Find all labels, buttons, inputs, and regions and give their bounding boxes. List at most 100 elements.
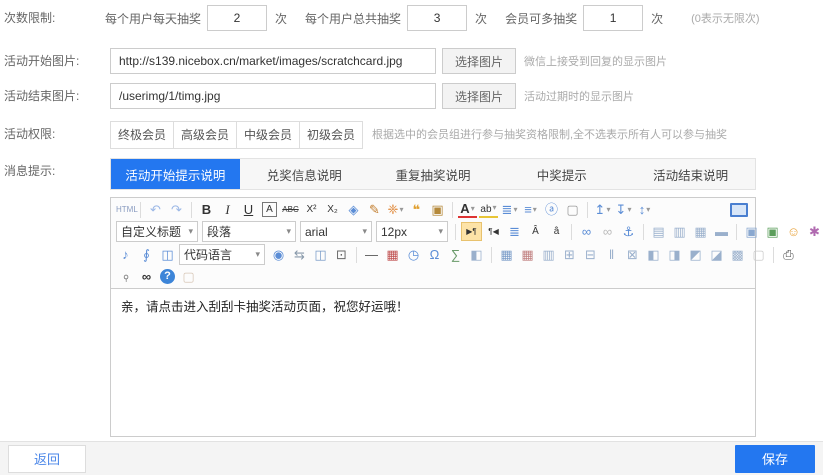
- undo-icon[interactable]: ↶: [146, 200, 165, 219]
- source-code-icon[interactable]: HTML: [116, 200, 135, 219]
- merge-cells-icon[interactable]: ⊞: [560, 245, 579, 264]
- italic-icon[interactable]: I: [218, 200, 237, 219]
- editor-content[interactable]: 亲，请点击进入刮刮卡抽奖活动页面，祝您好运哦！: [111, 289, 755, 436]
- strikethrough-icon[interactable]: ABC: [281, 200, 300, 219]
- end-image-url-input[interactable]: [110, 83, 436, 109]
- map-icon[interactable]: ◉: [269, 245, 288, 264]
- format-brush-icon[interactable]: ✎: [365, 200, 384, 219]
- delete-row-icon[interactable]: ⊠: [623, 245, 642, 264]
- image-right-icon[interactable]: ▦: [691, 222, 710, 241]
- doc-icon[interactable]: ▢: [749, 245, 768, 264]
- horizontal-rule-icon[interactable]: —: [362, 245, 381, 264]
- total-draw-input[interactable]: [407, 5, 467, 31]
- table-title-icon[interactable]: ▥: [539, 245, 558, 264]
- paragraph-ltr-icon[interactable]: ▶¶: [461, 222, 482, 241]
- heading-select[interactable]: 自定义标题▾: [116, 221, 198, 242]
- save-button[interactable]: 保存: [735, 445, 815, 473]
- code-language-select[interactable]: 代码语言▾: [179, 244, 265, 265]
- time-icon[interactable]: ◷: [404, 245, 423, 264]
- lowercase-icon[interactable]: â: [547, 222, 566, 241]
- anchor-icon[interactable]: ⚓: [619, 222, 638, 241]
- tab-activity-start-tip[interactable]: 活动开始提示说明: [111, 159, 240, 189]
- delete-table-icon[interactable]: ▦: [518, 245, 537, 264]
- font-family-select[interactable]: arial▾: [300, 221, 372, 242]
- bold-icon[interactable]: B: [197, 200, 216, 219]
- member-option-junior[interactable]: 初级会员: [299, 121, 363, 149]
- message-tabs: 活动开始提示说明 兑奖信息说明 重复抽奖说明 中奖提示 活动结束说明: [110, 158, 756, 190]
- start-image-url-input[interactable]: [110, 48, 436, 74]
- chevron-down-icon: ▾: [255, 249, 260, 260]
- insert-row-icon[interactable]: ⊟: [581, 245, 600, 264]
- paragraph-select[interactable]: 段落▾: [202, 221, 296, 242]
- music-icon[interactable]: ♪: [116, 245, 135, 264]
- anchor-name-icon[interactable]: ⓐ: [542, 200, 561, 219]
- date-icon[interactable]: ▦: [383, 245, 402, 264]
- table-style-icon[interactable]: ▩: [728, 245, 747, 264]
- indent-paragraph-icon[interactable]: ≣: [505, 222, 524, 241]
- member-option-ultimate[interactable]: 终极会员: [110, 121, 174, 149]
- video-icon[interactable]: ◫: [158, 245, 177, 264]
- insert-col-icon[interactable]: ‖: [602, 245, 621, 264]
- unordered-list-icon[interactable]: ≡▾: [521, 200, 540, 219]
- pagebreak-icon[interactable]: ⇆: [290, 245, 309, 264]
- insert-table-icon[interactable]: ▦: [497, 245, 516, 264]
- underline-icon[interactable]: U: [239, 200, 258, 219]
- eraser-icon[interactable]: ◈: [344, 200, 363, 219]
- link-icon[interactable]: ∞: [577, 222, 596, 241]
- tab-activity-end[interactable]: 活动结束说明: [626, 159, 755, 189]
- image-block-icon[interactable]: ▬: [712, 222, 731, 241]
- font-size-select[interactable]: 12px▾: [376, 221, 448, 242]
- blockquote-icon[interactable]: ❝: [407, 200, 426, 219]
- paragraph-rtl-icon[interactable]: ¶◀: [484, 222, 503, 241]
- paragraph-align-icon[interactable]: ↧▾: [614, 200, 633, 219]
- paste-word-icon[interactable]: ▣: [428, 200, 447, 219]
- scrawl-icon[interactable]: ✱: [805, 222, 823, 241]
- font-border-icon[interactable]: A: [262, 202, 277, 217]
- member-extra-draw-input[interactable]: [583, 5, 643, 31]
- tab-redeem-info[interactable]: 兑奖信息说明: [240, 159, 369, 189]
- new-page-icon[interactable]: ▢: [563, 200, 582, 219]
- paste-plain-icon[interactable]: ▢: [179, 267, 198, 286]
- attachment-icon[interactable]: ∮: [137, 245, 156, 264]
- insert-image-icon[interactable]: ▣: [742, 222, 761, 241]
- start-image-choose-button[interactable]: 选择图片: [442, 48, 516, 74]
- superscript-icon[interactable]: X²: [302, 200, 321, 219]
- end-image-choose-button[interactable]: 选择图片: [442, 83, 516, 109]
- toolbar-separator: [140, 202, 141, 218]
- chevron-down-icon: ▾: [188, 226, 193, 237]
- upload-image-icon[interactable]: ▣: [763, 222, 782, 241]
- iframe-icon[interactable]: ◫: [311, 245, 330, 264]
- print-icon[interactable]: ⎙: [779, 245, 798, 264]
- back-button[interactable]: 返回: [8, 445, 86, 473]
- font-color-icon[interactable]: A▾: [458, 202, 477, 218]
- snapshot-icon[interactable]: ⊡: [332, 245, 351, 264]
- table-full-icon[interactable]: ◪: [707, 245, 726, 264]
- ordered-list-icon[interactable]: ≣▾: [500, 200, 519, 219]
- search-replace-icon[interactable]: ∞: [137, 267, 156, 286]
- table-right-icon[interactable]: ◩: [686, 245, 705, 264]
- chart-icon[interactable]: ◧: [467, 245, 486, 264]
- help-icon[interactable]: ?: [160, 269, 175, 284]
- subscript-icon[interactable]: X₂: [323, 200, 342, 219]
- indent-icon[interactable]: ↥▾: [593, 200, 612, 219]
- unlink-icon[interactable]: ∞: [598, 222, 617, 241]
- formula-icon[interactable]: ∑: [446, 245, 465, 264]
- auto-typeset-icon[interactable]: ❈▾: [386, 200, 405, 219]
- emotion-icon[interactable]: ☺: [784, 222, 803, 241]
- member-option-middle[interactable]: 中级会员: [236, 121, 300, 149]
- table-center-icon[interactable]: ◨: [665, 245, 684, 264]
- tab-repeat-draw[interactable]: 重复抽奖说明: [369, 159, 498, 189]
- daily-draw-input[interactable]: [207, 5, 267, 31]
- preview-icon[interactable]: ⌕: [112, 263, 139, 290]
- highlight-color-icon[interactable]: ab▾: [479, 202, 498, 218]
- line-height-icon[interactable]: ↕▾: [635, 200, 654, 219]
- redo-icon[interactable]: ↷: [167, 200, 186, 219]
- image-center-icon[interactable]: ▥: [670, 222, 689, 241]
- uppercase-icon[interactable]: Â: [526, 222, 545, 241]
- image-left-icon[interactable]: ▤: [649, 222, 668, 241]
- tab-win-tip[interactable]: 中奖提示: [497, 159, 626, 189]
- member-option-senior[interactable]: 高级会员: [173, 121, 237, 149]
- special-char-icon[interactable]: Ω: [425, 245, 444, 264]
- fullscreen-icon[interactable]: [730, 203, 748, 217]
- table-left-icon[interactable]: ◧: [644, 245, 663, 264]
